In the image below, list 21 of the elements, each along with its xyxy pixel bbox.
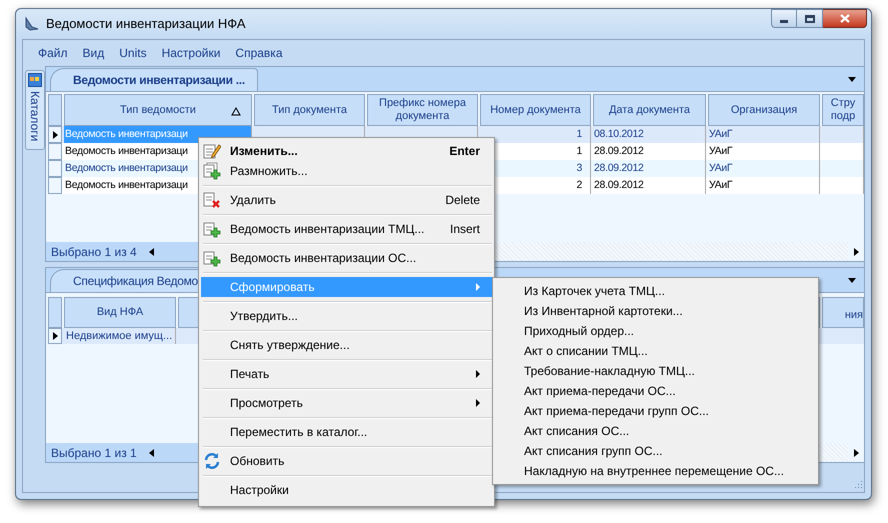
table-cell-text: 28.09.2012	[594, 160, 644, 176]
table-cell-text: Ведомость инвентаризаци	[65, 178, 188, 193]
table-cell-text: УАиГ	[709, 144, 732, 159]
table-cell-text: Недвижимое имущ...	[66, 328, 172, 344]
table-cell-text: УАиГ	[709, 126, 732, 142]
selection-count: Выбрано 1 из 1	[51, 444, 137, 462]
table-cell-text: УАиГ	[709, 160, 732, 176]
table-cell-text: Ведомость инвентаризаци	[65, 160, 188, 176]
table-cell-text: 28.09.2012	[594, 144, 644, 159]
table-cell-text: УАиГ	[709, 178, 732, 193]
table-cell-text: 1	[576, 144, 582, 159]
table-cell-text: 2	[576, 178, 582, 193]
table-cell-text: Ведомость инвентаризаци	[65, 144, 188, 159]
table-cell-text: Ведомость инвентаризаци	[65, 126, 188, 142]
selection-count: Выбрано 1 из 4	[51, 244, 137, 260]
window-title: Ведомости инвентаризации НФА	[46, 15, 246, 34]
table-cell-text: 1	[576, 126, 582, 142]
table-cell-text: 08.10.2012	[594, 126, 644, 142]
side-tab-label: Каталоги	[27, 91, 43, 142]
table-cell-text: 28.09.2012	[594, 178, 644, 193]
table-cell-text: 3	[576, 160, 582, 176]
